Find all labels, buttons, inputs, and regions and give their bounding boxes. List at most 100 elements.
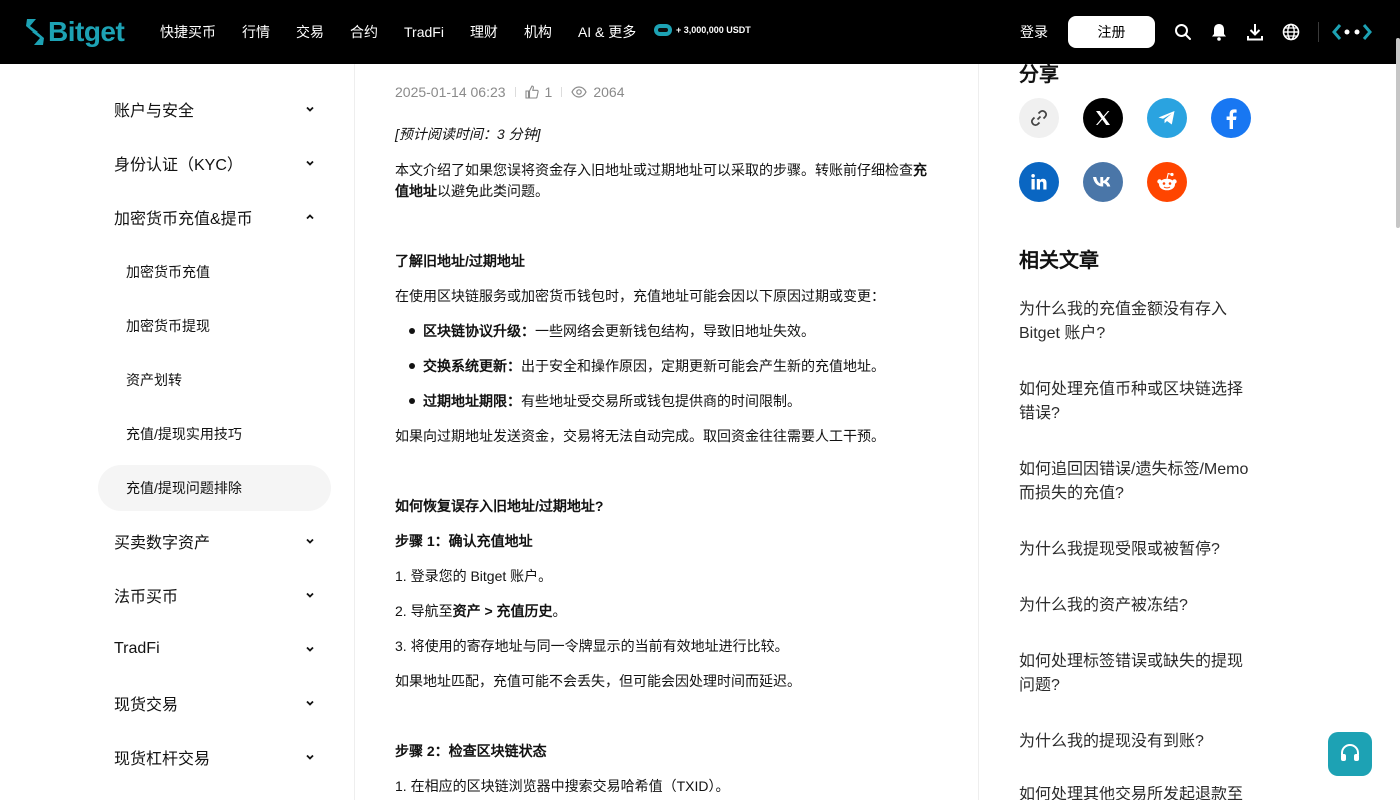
main-nav: 快捷买币 行情 交易 合约 TradFi 理财 机构 AI & 更多: [160, 0, 662, 64]
linkedin-icon: [1031, 174, 1047, 190]
sidebar-item-label: 现货交易: [114, 697, 179, 714]
search-icon[interactable]: [1173, 22, 1193, 42]
share-telegram-button[interactable]: [1147, 98, 1187, 138]
like-count: 1: [544, 84, 553, 100]
headset-icon: [1341, 743, 1359, 761]
article-date: 2025-01-14 06:23: [395, 84, 506, 100]
sidebar-item-label: 身份认证（KYC）: [114, 157, 243, 174]
promo-text: + 3,000,000 USDT: [676, 25, 751, 35]
bell-icon[interactable]: [1209, 22, 1229, 42]
related-article-link[interactable]: 如何处理标签错误或缺失的提现问题?: [1019, 650, 1254, 698]
nav-divider: [1318, 22, 1319, 42]
step-2-heading: 步骤 2：检查区块链状态: [395, 743, 547, 759]
chevron-down-icon: [306, 754, 314, 760]
chevron-down-icon: [306, 700, 314, 706]
share-x-button[interactable]: [1083, 98, 1123, 138]
sidebar-item-label: 加密货币充值&提币: [114, 211, 253, 228]
meta-divider: [561, 87, 563, 97]
vk-icon: [1093, 177, 1111, 187]
nav-item-ai-more[interactable]: AI & 更多: [578, 22, 636, 42]
nav-item-trade[interactable]: 交易: [296, 22, 324, 42]
nav-item-earn[interactable]: 理财: [470, 22, 498, 42]
reddit-icon: [1157, 172, 1177, 191]
nav-item-institutional[interactable]: 机构: [524, 22, 552, 42]
share-facebook-button[interactable]: [1211, 98, 1251, 138]
nav-item-tradfi[interactable]: TradFi: [404, 24, 444, 40]
register-button[interactable]: 注册: [1068, 16, 1155, 48]
step-path: 资产 > 充值历史: [452, 603, 553, 619]
bullet-label: 交换系统更新：: [423, 358, 521, 374]
sidebar-subitem-troubleshooting[interactable]: 充值/提现问题排除: [98, 465, 331, 511]
brand-icon[interactable]: [1332, 22, 1372, 42]
share-linkedin-button[interactable]: [1019, 162, 1059, 202]
customer-support-button[interactable]: [1328, 732, 1372, 776]
promo-badge-icon: [654, 24, 672, 36]
globe-icon[interactable]: [1281, 22, 1301, 42]
sidebar-item-label: 法币买币: [114, 589, 179, 606]
paragraph-expired-warning: 如果向过期地址发送资金，交易将无法自动完成。取回资金往往需要人工干预。: [395, 428, 885, 444]
related-article-link[interactable]: 为什么我提现受限或被暂停?: [1019, 538, 1254, 562]
intro-text-end: 以避免此类问题。: [437, 183, 549, 199]
paragraph-reasons: 在使用区块链服务或加密货币钱包时，充值地址可能会因以下原因过期或变更：: [395, 288, 885, 304]
sidebar-subitem-tips[interactable]: 充值/提现实用技巧: [98, 411, 331, 457]
sidebar-item-kyc[interactable]: 身份认证（KYC）: [98, 140, 331, 186]
bullet-dot: [409, 398, 415, 404]
sidebar-item-spot-margin[interactable]: 现货杠杆交易: [98, 734, 331, 780]
like-button[interactable]: 1: [524, 84, 553, 100]
bullet-label: 过期地址期限：: [423, 393, 521, 409]
thumbs-up-icon: [524, 85, 539, 99]
bullet-item: 区块链协议升级：一些网络会更新钱包结构，导致旧地址失效。: [423, 321, 935, 342]
chevron-down-icon: [306, 538, 314, 544]
sidebar-item-tradfi[interactable]: TradFi: [98, 626, 331, 672]
sidebar-item-crypto-deposit-withdraw[interactable]: 加密货币充值&提币: [98, 194, 331, 240]
page-scrollbar[interactable]: [1396, 38, 1400, 228]
view-count-group: 2064: [571, 84, 625, 100]
promo-banner[interactable]: + 3,000,000 USDT: [654, 24, 751, 36]
telegram-icon: [1158, 111, 1175, 125]
sidebar-item-spot[interactable]: 现货交易: [98, 680, 331, 726]
sidebar-item-buy-sell-crypto[interactable]: 买卖数字资产: [98, 518, 331, 564]
view-count: 2064: [593, 84, 625, 100]
nav-item-futures[interactable]: 合约: [350, 22, 378, 42]
related-article-link[interactable]: 如何追回因错误/遗失标签/Memo而损失的充值?: [1019, 458, 1254, 506]
bullet-text: 一些网络会更新钱包结构，导致旧地址失效。: [535, 323, 815, 339]
share-reddit-button[interactable]: [1147, 162, 1187, 202]
sidebar-subitem-crypto-withdraw[interactable]: 加密货币提现: [98, 303, 331, 349]
related-article-link[interactable]: 如何处理充值币种或区块链选择错误?: [1019, 378, 1254, 426]
facebook-icon: [1226, 109, 1237, 129]
brand-name: Bitget: [48, 16, 125, 47]
share-title: 分享: [1019, 64, 1059, 86]
sidebar-item-account-security[interactable]: 账户与安全: [98, 86, 331, 132]
chevron-down-icon: [306, 592, 314, 598]
copy-link-button[interactable]: [1019, 98, 1059, 138]
login-link[interactable]: 登录: [1020, 22, 1048, 42]
nav-item-quick-buy[interactable]: 快捷买币: [160, 22, 216, 42]
related-article-link[interactable]: 如何处理其他交易所发起退款至: [1019, 786, 1254, 800]
share-vk-button[interactable]: [1083, 162, 1123, 202]
x-icon: [1096, 111, 1110, 125]
step-1-heading: 步骤 1：确认充值地址: [395, 533, 533, 549]
intro-text: 本文介绍了如果您误将资金存入旧地址或过期地址可以采取的步骤。转账前仔细检查: [395, 162, 913, 178]
article-meta: 2025-01-14 06:23 1 2064: [395, 83, 625, 101]
download-icon[interactable]: [1245, 22, 1265, 42]
bullet-item: 交换系统更新：出于安全和操作原因，定期更新可能会产生新的充值地址。: [423, 356, 935, 377]
sidebar-subitem-asset-transfer[interactable]: 资产划转: [98, 357, 331, 403]
sidebar-item-label: 现货杠杆交易: [114, 751, 211, 768]
nav-item-markets[interactable]: 行情: [242, 22, 270, 42]
step-text: 2. 导航至: [395, 603, 453, 619]
sidebar-subitem-crypto-deposit[interactable]: 加密货币充值: [98, 249, 331, 295]
related-articles-title: 相关文章: [1019, 250, 1099, 272]
related-article-link[interactable]: 为什么我的资产被冻结?: [1019, 594, 1254, 618]
related-article-link[interactable]: 为什么我的充值金额没有存入 Bitget 账户?: [1019, 298, 1254, 346]
bullet-item: 过期地址期限：有些地址受交易所或钱包提供商的时间限制。: [423, 391, 935, 412]
step-1-line-1: 1. 登录您的 Bitget 账户。: [395, 568, 553, 584]
related-article-link[interactable]: 为什么我的提现没有到账?: [1019, 730, 1254, 754]
sidebar-item-label: 账户与安全: [114, 103, 195, 120]
step-1-line-3: 3. 将使用的寄存地址与同一令牌显示的当前有效地址进行比较。: [395, 638, 789, 654]
bitget-logo[interactable]: Bitget: [24, 15, 125, 49]
bullet-text: 出于安全和操作原因，定期更新可能会产生新的充值地址。: [521, 358, 885, 374]
sidebar-item-label: 买卖数字资产: [114, 535, 211, 552]
sidebar-item-fiat[interactable]: 法币买币: [98, 572, 331, 618]
meta-divider: [514, 87, 516, 97]
bitget-logo-icon: [26, 19, 44, 45]
